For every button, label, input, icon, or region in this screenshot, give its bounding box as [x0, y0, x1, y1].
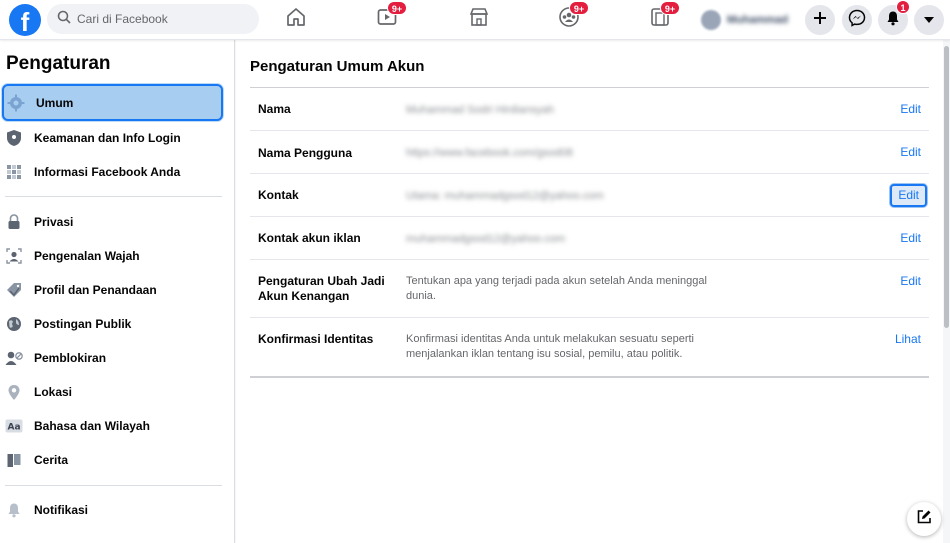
compose-icon: [916, 509, 932, 530]
sidebar-item-label: Keamanan dan Info Login: [34, 131, 181, 145]
settings-row-kontak: Kontak Utama: muhammadgsod12@yahoo.com E…: [250, 174, 929, 217]
sidebar-item-profil[interactable]: Profil dan Penandaan: [0, 273, 222, 307]
face-icon: [5, 247, 23, 265]
sidebar-item-privasi[interactable]: Privasi: [0, 205, 222, 239]
profile-name: Muhammad: [727, 14, 789, 26]
row-label: Konfirmasi Identitas: [258, 332, 374, 346]
sidebar-item-pemblokiran[interactable]: Pemblokiran: [0, 341, 222, 375]
groups-tab[interactable]: 9+: [556, 1, 589, 32]
view-link[interactable]: Lihat: [895, 332, 921, 347]
notification-badge: 1: [896, 0, 910, 14]
settings-row-nama-pengguna: Nama Pengguna https://www.facebook.com/g…: [250, 131, 929, 174]
shield-icon: [5, 129, 23, 147]
bell-icon: [5, 501, 23, 519]
marketplace-icon: [468, 6, 490, 33]
sidebar-item-cerita[interactable]: Cerita: [0, 443, 222, 477]
sidebar-item-label: Umum: [36, 95, 74, 110]
row-value: Tentukan apa yang terjadi pada akun sete…: [406, 275, 707, 302]
home-icon: [285, 6, 307, 33]
svg-text:Aa: Aa: [8, 423, 21, 433]
search-icon: [57, 10, 71, 29]
sidebar-item-label: Bahasa dan Wilayah: [34, 419, 150, 433]
messenger-icon: [848, 9, 866, 32]
settings-row-akun-kenangan: Pengaturan Ubah Jadi Akun Kenangan Tentu…: [250, 260, 929, 318]
plus-icon: [813, 11, 827, 30]
new-message-button[interactable]: [907, 502, 941, 536]
sidebar-item-label: Postingan Publik: [34, 317, 132, 331]
sidebar-item-label: Privasi: [34, 215, 74, 229]
row-value: muhammadgsod12@yahoo.com: [406, 233, 566, 245]
groups-badge: 9+: [569, 1, 589, 15]
marketplace-tab[interactable]: [466, 6, 492, 32]
sidebar-item-bahasa[interactable]: Aa Bahasa dan Wilayah: [0, 409, 222, 443]
sidebar-item-label: Profil dan Penandaan: [34, 283, 157, 297]
edit-link[interactable]: Edit: [900, 102, 921, 117]
location-pin-icon: [5, 383, 23, 401]
gear-icon: [7, 94, 25, 112]
sidebar-item-umum[interactable]: Umum: [2, 84, 223, 121]
settings-table: Nama Muhammad Sodri Hirdiansyah Edit Nam…: [250, 87, 929, 378]
gaming-tab[interactable]: 9+: [647, 1, 680, 32]
sidebar-divider: [5, 196, 222, 197]
language-icon: Aa: [5, 417, 23, 435]
row-value: Konfirmasi identitas Anda untuk melakuka…: [406, 333, 694, 360]
row-label: Pengaturan Ubah Jadi Akun Kenangan: [258, 274, 385, 303]
top-navigation-bar: f 9+ 9+ 9+ Muhammad: [0, 0, 950, 40]
edit-link[interactable]: Edit: [900, 145, 921, 160]
watch-badge: 9+: [387, 1, 407, 15]
tag-icon: [5, 281, 23, 299]
lock-icon: [5, 213, 23, 231]
scrollbar-thumb[interactable]: [944, 46, 949, 328]
edit-link[interactable]: Edit: [900, 231, 921, 246]
sidebar-item-keamanan[interactable]: Keamanan dan Info Login: [0, 121, 222, 155]
sidebar-item-label: Notifikasi: [34, 503, 89, 517]
settings-row-konfirmasi-identitas: Konfirmasi Identitas Konfirmasi identita…: [250, 318, 929, 376]
account-menu-button[interactable]: [914, 5, 944, 35]
settings-row-kontak-iklan: Kontak akun iklan muhammadgsod12@yahoo.c…: [250, 217, 929, 260]
row-value: Utama: muhammadgsod12@yahoo.com: [406, 190, 604, 202]
edit-link[interactable]: Edit: [900, 274, 921, 289]
page-title: Pengaturan Umum Akun: [250, 58, 425, 75]
sidebar-title: Pengaturan: [6, 53, 111, 74]
row-label: Nama: [258, 102, 291, 116]
row-label: Kontak akun iklan: [258, 231, 361, 245]
sidebar-item-notifikasi[interactable]: Notifikasi: [0, 493, 222, 527]
settings-row-nama: Nama Muhammad Sodri Hirdiansyah Edit: [250, 88, 929, 131]
sidebar-item-label: Cerita: [34, 453, 69, 467]
facebook-logo[interactable]: f: [9, 4, 41, 36]
sidebar-item-label: Pengenalan Wajah: [34, 249, 140, 263]
gaming-badge: 9+: [660, 1, 680, 15]
sidebar-item-lokasi[interactable]: Lokasi: [0, 375, 222, 409]
settings-sidebar: Pengaturan Umum Keamanan dan Info Login …: [0, 40, 235, 543]
row-label: Kontak: [258, 188, 299, 202]
book-icon: [5, 451, 23, 469]
avatar: [701, 10, 721, 30]
sidebar-item-postingan-publik[interactable]: Postingan Publik: [0, 307, 222, 341]
home-tab[interactable]: [283, 6, 309, 32]
row-label: Nama Pengguna: [258, 146, 353, 160]
grid-icon: [5, 163, 23, 181]
sidebar-item-label: Lokasi: [34, 385, 73, 399]
row-value: https://www.facebook.com/gsod08: [406, 147, 573, 159]
sidebar-item-label: Pemblokiran: [34, 351, 107, 365]
edit-link[interactable]: Edit: [890, 184, 927, 207]
sidebar-divider: [5, 485, 222, 486]
search-box[interactable]: [47, 4, 259, 34]
general-settings-panel: Pengaturan Umum Akun Nama Muhammad Sodri…: [236, 40, 950, 543]
sidebar-item-informasi[interactable]: Informasi Facebook Anda: [0, 155, 222, 189]
block-user-icon: [5, 349, 23, 367]
caret-down-icon: [923, 11, 935, 29]
sidebar-item-label: Informasi Facebook Anda: [34, 165, 181, 179]
notifications-button[interactable]: 1: [878, 0, 910, 35]
search-input[interactable]: [77, 12, 247, 26]
row-value: Muhammad Sodri Hirdiansyah: [406, 104, 554, 116]
create-button[interactable]: [805, 5, 835, 35]
globe-icon: [5, 315, 23, 333]
messenger-button[interactable]: [842, 5, 872, 35]
sidebar-item-pengenalan-wajah[interactable]: Pengenalan Wajah: [0, 239, 222, 273]
watch-tab[interactable]: 9+: [374, 1, 407, 32]
profile-shortcut[interactable]: Muhammad: [697, 6, 799, 34]
